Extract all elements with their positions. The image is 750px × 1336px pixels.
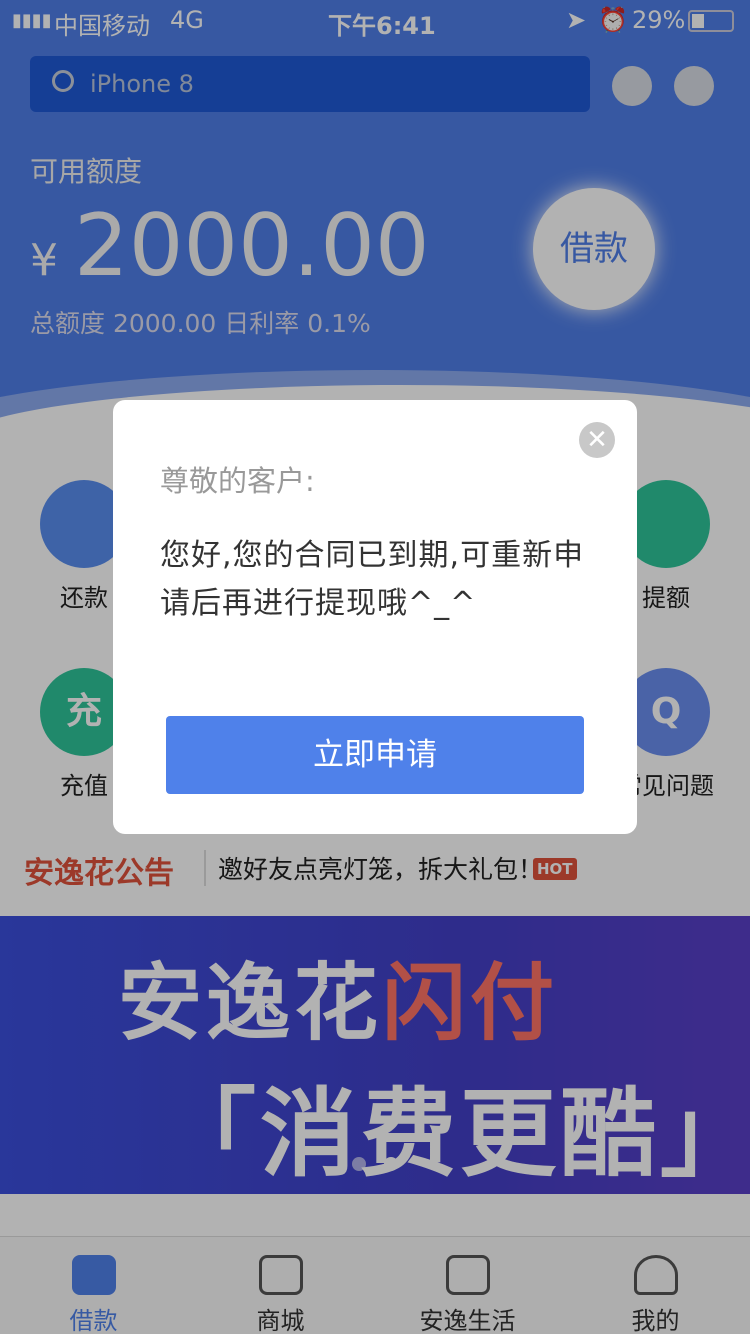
close-icon[interactable]: ✕	[579, 422, 615, 458]
dialog-title: 尊敬的客户:	[160, 464, 315, 498]
dialog-message: 您好,您的合同已到期,可重新申请后再进行提现哦^_^	[160, 538, 585, 621]
contract-expired-dialog: ✕ 尊敬的客户: 您好,您的合同已到期,可重新申请后再进行提现哦^_^ 立即申请	[113, 400, 637, 834]
apply-now-button[interactable]: 立即申请	[166, 716, 584, 794]
